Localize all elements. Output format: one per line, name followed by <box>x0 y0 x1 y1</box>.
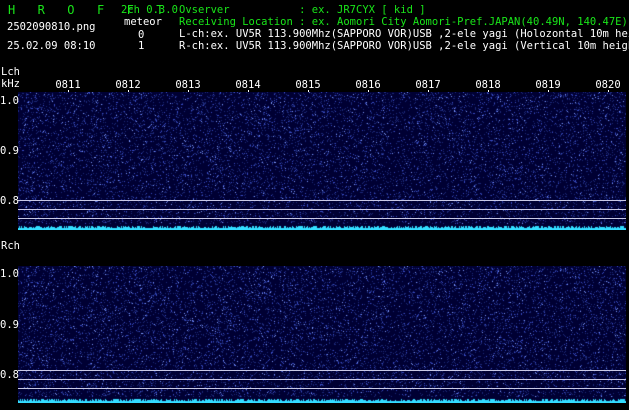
rch-reference-line <box>18 379 626 380</box>
meteor-count-rch: 1 <box>138 40 145 52</box>
location-info: Receiving Location : ex. Aomori City Aom… <box>179 16 628 28</box>
rch-label: Rch <box>1 240 20 252</box>
rch-reference-line <box>18 370 626 371</box>
rch-reference-line <box>18 388 626 389</box>
observer-info: Ovserver : ex. JR7CYX [ kid ] <box>179 4 426 16</box>
lch-reference-line <box>18 200 626 201</box>
lch-reference-line <box>18 218 626 219</box>
rch-ytick: 0.9 <box>0 319 19 331</box>
version-label: 2ch 0.3.0 <box>121 4 178 16</box>
lch-reference-line <box>18 209 626 210</box>
rch-ytick: 0.8 <box>0 369 19 381</box>
rch-spectrogram-canvas <box>18 266 626 403</box>
rch-spectrogram <box>18 266 626 403</box>
lch-label: Lch <box>1 66 20 78</box>
datetime-label: 25.02.09 08:10 <box>7 40 96 52</box>
lch-spectrogram <box>18 92 626 230</box>
lch-ytick: 1.0 <box>0 95 19 107</box>
rch-ytick: 1.0 <box>0 268 19 280</box>
rch-info: R-ch:ex. UV5R 113.900Mhz(SAPPORO VOR)USB… <box>179 40 629 52</box>
khz-unit-label: kHz <box>1 78 20 90</box>
filename-label: 2502090810.png <box>7 21 96 33</box>
lch-info: L-ch:ex. UV5R 113.900Mhz(SAPPORO VOR)USB… <box>179 28 629 40</box>
lch-ytick: 0.9 <box>0 145 19 157</box>
meteor-label: meteor <box>124 16 162 28</box>
lch-ytick: 0.8 <box>0 195 19 207</box>
